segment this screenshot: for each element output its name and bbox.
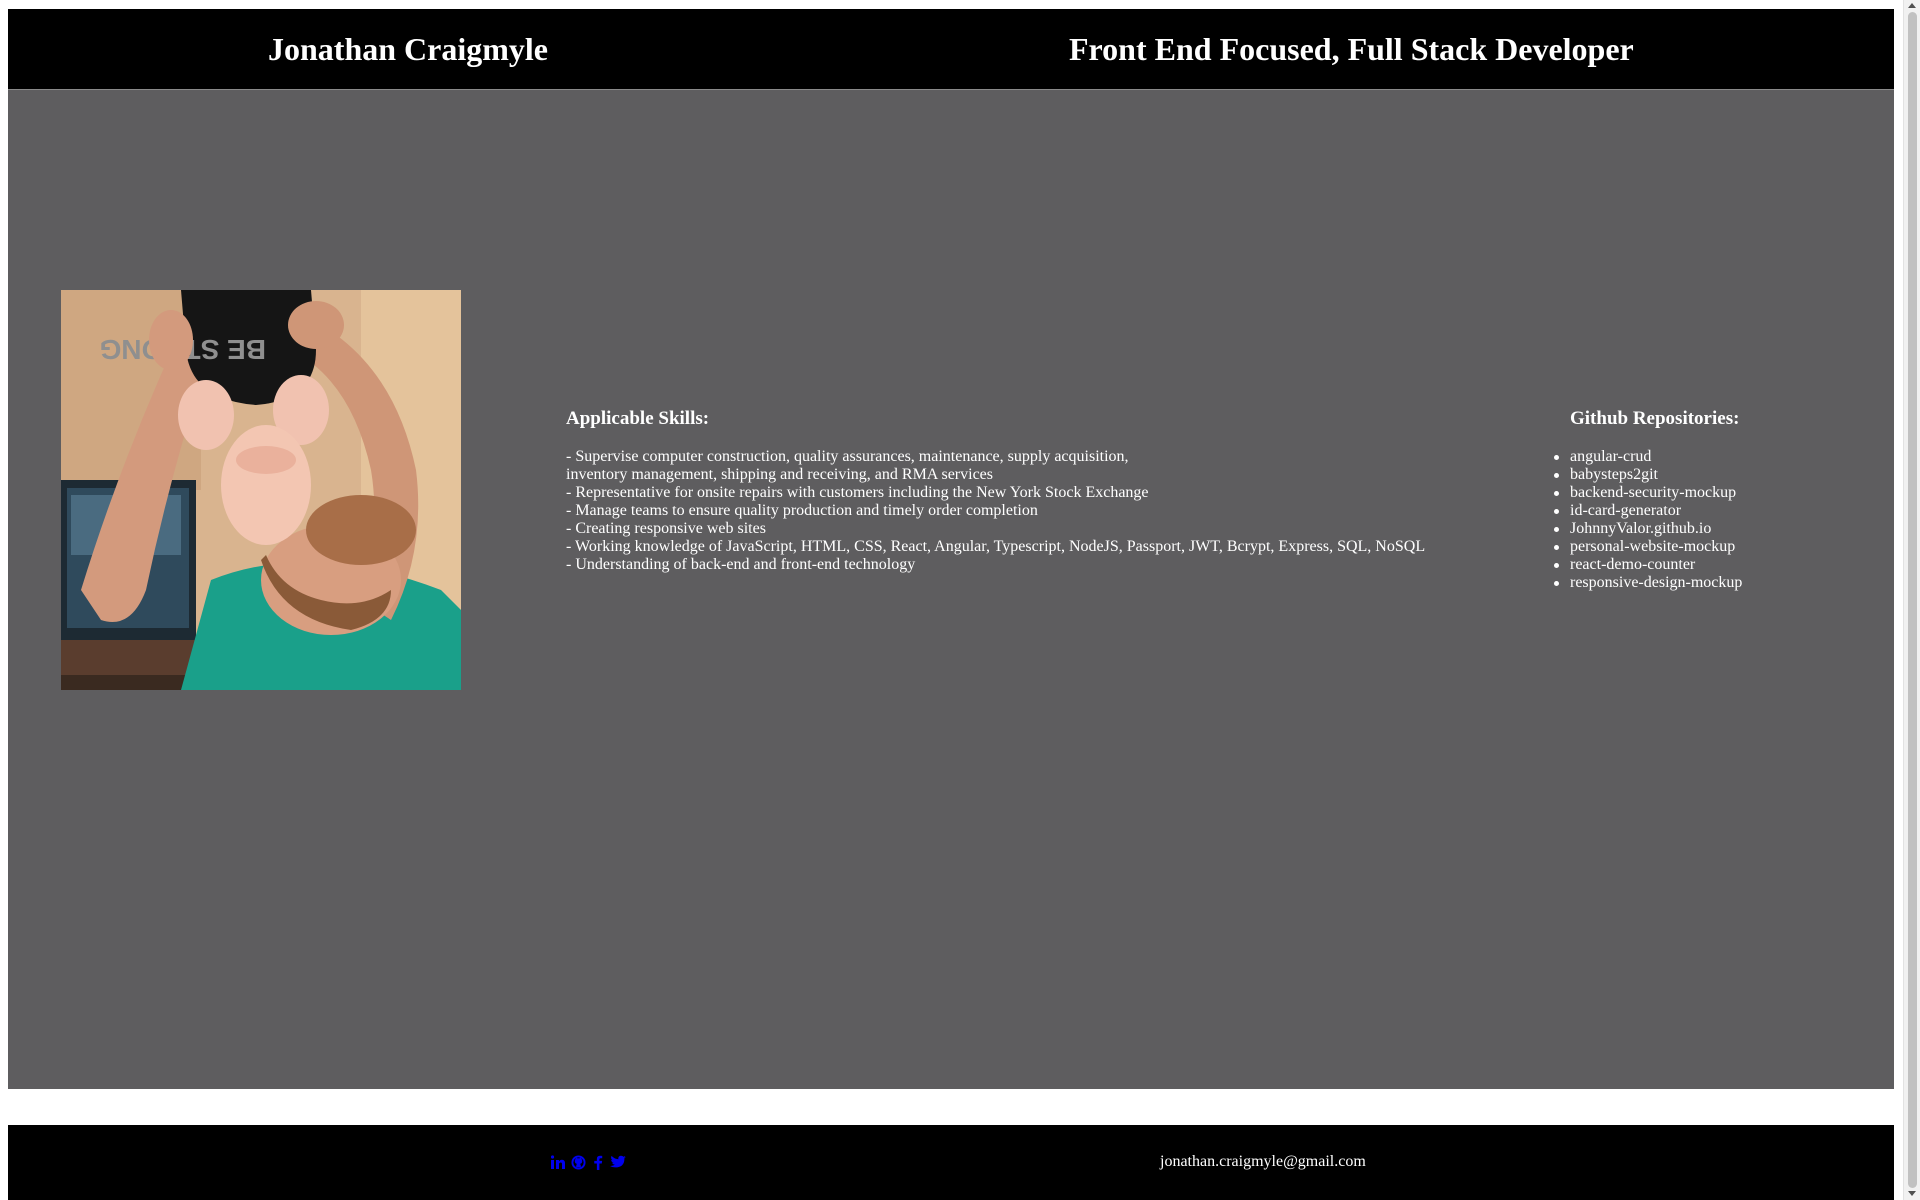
repo-item: JohnnyValor.github.io bbox=[1554, 520, 1870, 538]
repos-section: Github Repositories: angular-crud babyst… bbox=[1554, 408, 1870, 592]
repo-item: responsive-design-mockup bbox=[1554, 574, 1870, 592]
repo-item: babysteps2git bbox=[1554, 466, 1870, 484]
main-content: BE STRONG Applicable Skills: - Supervise… bbox=[8, 90, 1894, 1089]
scroll-down-icon[interactable] bbox=[1908, 1191, 1916, 1196]
repos-list: angular-crud babysteps2git backend-secur… bbox=[1554, 448, 1870, 592]
skills-line: - Manage teams to ensure quality product… bbox=[566, 502, 1038, 519]
skills-line: - Creating responsive web sites bbox=[566, 520, 766, 537]
skills-section: Applicable Skills: - Supervise computer … bbox=[566, 408, 1466, 574]
facebook-icon[interactable] bbox=[590, 1153, 606, 1171]
page: Jonathan Craigmyle Front End Focused, Fu… bbox=[0, 0, 1920, 1200]
linkedin-icon[interactable] bbox=[550, 1153, 566, 1171]
skills-title: Applicable Skills: bbox=[566, 408, 710, 429]
social-links bbox=[550, 1152, 626, 1172]
skills-line: inventory management, shipping and recei… bbox=[566, 466, 994, 483]
repo-item: id-card-generator bbox=[1554, 502, 1870, 520]
skills-line: - Understanding of back-end and front-en… bbox=[566, 556, 916, 573]
profile-photo: BE STRONG bbox=[61, 290, 461, 690]
scrollbar-thumb[interactable] bbox=[1908, 12, 1917, 1188]
site-header: Jonathan Craigmyle Front End Focused, Fu… bbox=[8, 9, 1894, 90]
repos-title: Github Repositories: bbox=[1570, 408, 1740, 429]
skills-line: - Working knowledge of JavaScript, HTML,… bbox=[566, 538, 1426, 555]
repo-item: personal-website-mockup bbox=[1554, 538, 1870, 556]
skills-line: - Representative for onsite repairs with… bbox=[566, 484, 1149, 501]
site-footer: jonathan.craigmyle@gmail.com bbox=[8, 1125, 1894, 1200]
contact-email[interactable]: jonathan.craigmyle@gmail.com bbox=[1160, 1152, 1366, 1172]
repo-item: angular-crud bbox=[1554, 448, 1870, 466]
scroll-up-icon[interactable] bbox=[1908, 3, 1916, 8]
vertical-scrollbar[interactable] bbox=[1903, 0, 1920, 1200]
skills-line: - Supervise computer construction, quali… bbox=[566, 448, 1129, 465]
repo-item: backend-security-mockup bbox=[1554, 484, 1870, 502]
site-name: Jonathan Craigmyle bbox=[268, 31, 548, 67]
github-icon[interactable] bbox=[570, 1153, 586, 1171]
twitter-icon[interactable] bbox=[610, 1153, 626, 1171]
repo-item: react-demo-counter bbox=[1554, 556, 1870, 574]
site-role: Front End Focused, Full Stack Developer bbox=[1069, 31, 1634, 67]
